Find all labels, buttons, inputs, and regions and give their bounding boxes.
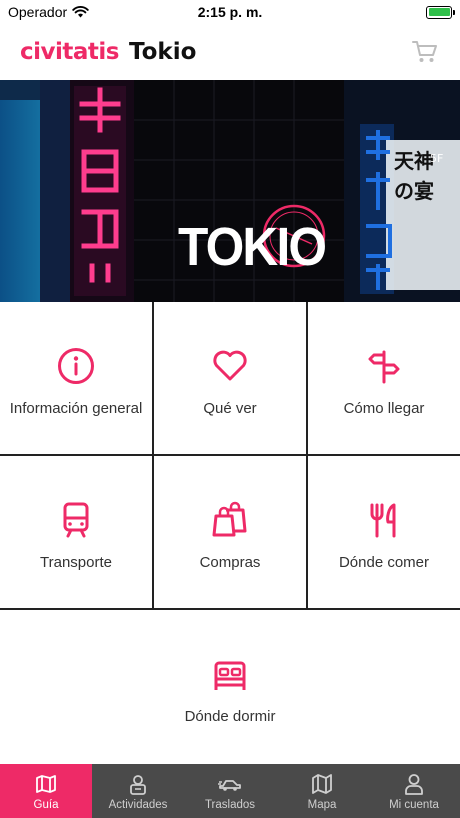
brand-logo[interactable]: civitatis (20, 39, 119, 65)
tile-informacion-general[interactable]: Información general (0, 302, 152, 454)
signpost-icon (368, 350, 400, 384)
tab-actividades[interactable]: Actividades (92, 764, 184, 818)
svg-text:5F: 5F (430, 152, 443, 165)
battery-fill (428, 8, 450, 16)
hero-title: TOKIO (178, 217, 327, 277)
tab-label: Mi cuenta (389, 798, 439, 811)
tile-label: Qué ver (203, 400, 257, 417)
shopping-bags-icon (212, 501, 247, 537)
car-icon (218, 779, 241, 791)
tab-bar: Guía Actividades Traslados Mapa Mi cuent… (0, 764, 460, 818)
wifi-icon (72, 6, 89, 18)
app-header: civitatis Tokio (0, 24, 460, 80)
map-icon (312, 773, 332, 794)
tile-label: Dónde comer (338, 554, 430, 571)
guide-grid: Información general Qué ver Cómo llegar … (0, 302, 460, 762)
tile-compras[interactable]: Compras (154, 456, 306, 608)
tile-label: Dónde dormir (184, 708, 276, 725)
tab-label: Mapa (307, 798, 337, 811)
tab-mi-cuenta[interactable]: Mi cuenta (368, 764, 460, 818)
svg-text:の宴: の宴 (394, 179, 434, 203)
bed-icon (214, 661, 246, 690)
info-icon (58, 348, 94, 384)
map-guide-icon (36, 774, 56, 793)
tab-label: Actividades (108, 798, 168, 811)
tab-label: Guía (33, 798, 59, 811)
train-icon (63, 502, 89, 538)
svg-text:天神: 天神 (394, 149, 434, 173)
tile-transporte[interactable]: Transporte (0, 456, 152, 608)
tile-label: Cómo llegar (343, 400, 425, 417)
cart-icon[interactable] (412, 40, 438, 64)
hero-banner: 天神 の宴 5F TOKIO (0, 80, 460, 302)
tab-label: Traslados (204, 798, 256, 811)
tile-donde-dormir[interactable]: Dónde dormir (0, 610, 460, 762)
brand: civitatis Tokio (20, 39, 196, 65)
tab-traslados[interactable]: Traslados (184, 764, 276, 818)
tile-que-ver[interactable]: Qué ver (154, 302, 306, 454)
heart-icon (213, 350, 247, 381)
carrier-label: Operador (8, 4, 68, 20)
tile-label: Compras (199, 554, 261, 571)
user-icon (405, 773, 423, 795)
status-bar: Operador 2:15 p. m. (0, 0, 460, 24)
tile-label: Información general (9, 400, 143, 417)
battery-icon (426, 5, 455, 19)
tile-como-llegar[interactable]: Cómo llegar (308, 302, 460, 454)
tile-label: Transporte (40, 554, 112, 571)
person-badge-icon (130, 774, 146, 795)
status-left: Operador (8, 4, 89, 20)
page-title: Tokio (128, 39, 197, 65)
fork-knife-icon (370, 503, 396, 538)
tab-mapa[interactable]: Mapa (276, 764, 368, 818)
tab-guia[interactable]: Guía (0, 764, 92, 818)
tile-donde-comer[interactable]: Dónde comer (308, 456, 460, 608)
